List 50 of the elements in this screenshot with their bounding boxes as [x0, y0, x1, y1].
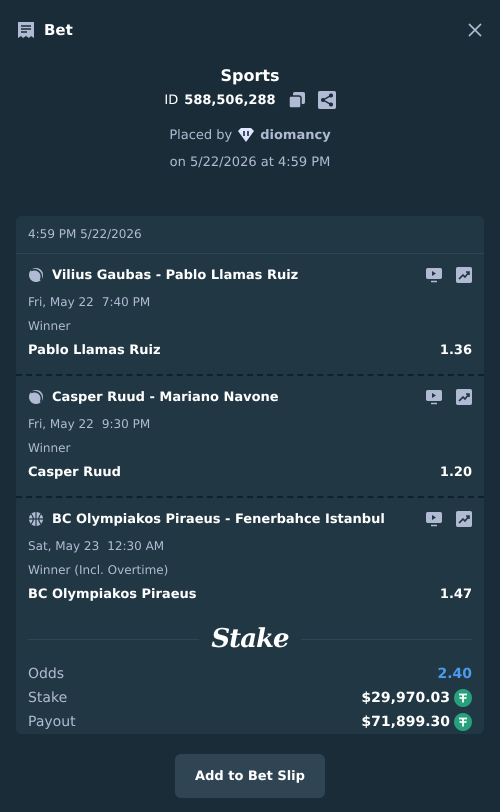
placed-by-label: Placed by [169, 128, 232, 142]
market-name: Winner (Incl. Overtime) [28, 563, 170, 577]
bet-category: Sports [220, 66, 280, 85]
copy-button[interactable] [288, 91, 306, 109]
event-time: 12:30 AM [107, 539, 164, 553]
total-value: 2.40 [437, 666, 472, 682]
total-label: Stake [28, 690, 68, 706]
selection-odds: 1.36 [440, 343, 472, 358]
stats-button[interactable] [456, 389, 472, 405]
bet-id: 588,506,288 [184, 92, 276, 108]
selection-name: Casper Ruud [28, 465, 121, 480]
receipt-icon [16, 20, 36, 40]
market-name: Winner [28, 441, 72, 455]
username[interactable]: diomancy [260, 128, 331, 142]
selection-odds: 1.47 [440, 587, 472, 602]
event-time: 9:30 PM [102, 417, 150, 431]
close-button[interactable] [466, 21, 484, 39]
event-date: Fri, May 22 [28, 295, 94, 309]
market-name: Winner [28, 319, 72, 333]
live-stream-button[interactable] [426, 389, 442, 405]
event-date: Fri, May 22 [28, 417, 94, 431]
total-label: Odds [28, 666, 64, 682]
add-to-bet-slip-button[interactable]: Add to Bet Slip [175, 754, 325, 798]
currency-icon [454, 713, 472, 731]
basketball-icon [28, 511, 44, 527]
selection-odds: 1.20 [440, 465, 472, 480]
live-stream-button[interactable] [426, 511, 442, 527]
tennis-ball-icon [28, 267, 44, 283]
event-name[interactable]: Vilius Gaubas - Pablo Llamas Ruiz [52, 268, 412, 282]
currency-icon [454, 689, 472, 707]
placed-date: on 5/22/2026 at 4:59 PM [170, 155, 330, 170]
diamond-icon [237, 127, 256, 143]
stats-button[interactable] [456, 511, 472, 527]
stats-button[interactable] [456, 267, 472, 283]
total-value: $29,970.03 [361, 690, 450, 706]
selection-name: BC Olympiakos Piraeus [28, 587, 197, 602]
event-name[interactable]: Casper Ruud - Mariano Navone [52, 390, 412, 404]
share-button[interactable] [318, 91, 336, 109]
slip-timestamp: 4:59 PM 5/22/2026 [28, 227, 142, 241]
id-label: ID [164, 92, 178, 108]
event-time: 7:40 PM [102, 295, 150, 309]
event-name[interactable]: BC Olympiakos Piraeus - Fenerbahce Istanbul [52, 512, 412, 526]
selection-name: Pablo Llamas Ruiz [28, 343, 161, 358]
brand-logo: Stake [211, 624, 289, 654]
total-label: Payout [28, 714, 76, 730]
live-stream-button[interactable] [426, 267, 442, 283]
event-date: Sat, May 23 [28, 539, 100, 553]
dialog-title: Bet [44, 21, 74, 39]
tennis-ball-icon [28, 389, 44, 405]
total-value: $71,899.30 [361, 714, 450, 730]
